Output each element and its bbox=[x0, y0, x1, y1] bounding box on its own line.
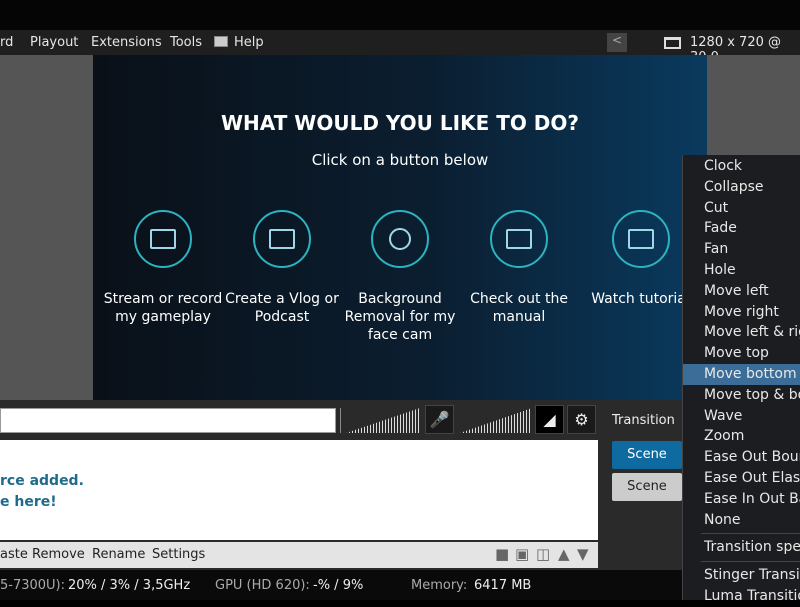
option-label: Create a Vlog or Podcast bbox=[225, 291, 339, 325]
divider bbox=[340, 408, 341, 433]
transition-label[interactable]: Transition bbox=[612, 413, 675, 428]
microphone-icon[interactable]: 🎤 bbox=[425, 405, 454, 434]
menu-separator bbox=[701, 561, 800, 563]
scene-button-1[interactable]: Scene bbox=[612, 441, 682, 469]
fit-icon[interactable]: ▣ bbox=[515, 545, 529, 563]
menu-item[interactable]: Zoom bbox=[683, 426, 800, 447]
gpu-label: GPU (HD 620): bbox=[215, 578, 310, 593]
scene-name-input[interactable] bbox=[0, 408, 336, 433]
menu-item[interactable]: Transition speed bbox=[683, 537, 800, 558]
empty-message-line1: rce added. bbox=[0, 473, 84, 489]
paste-button[interactable]: aste bbox=[0, 547, 28, 562]
webcam-icon bbox=[371, 210, 429, 268]
option-label: Background Removal for my face cam bbox=[344, 291, 456, 343]
transition-context-menu: Clock Collapse Cut Fade Fan Hole Move left Move… bbox=[682, 155, 800, 604]
gpu-value: -% / 9% bbox=[313, 578, 364, 593]
option-manual[interactable]: Check out the manual bbox=[459, 210, 579, 326]
presentation-play-icon bbox=[611, 210, 670, 268]
menu-item[interactable]: Move left & right bbox=[683, 322, 800, 343]
menu-tools[interactable]: Tools bbox=[170, 35, 202, 50]
welcome-title: WHAT WOULD YOU LIKE TO DO? bbox=[220, 111, 580, 135]
lower-panel: rce added. e here! aste Remove Rename Se… bbox=[0, 400, 800, 570]
pip-icon[interactable]: ◫ bbox=[536, 545, 550, 563]
memory-value: 6417 MB bbox=[474, 578, 532, 593]
menu-extensions[interactable]: Extensions bbox=[91, 35, 162, 50]
monitor-gamepad-icon bbox=[134, 210, 192, 268]
microphone-person-icon bbox=[253, 210, 311, 268]
welcome-subtitle: Click on a button below bbox=[311, 151, 489, 169]
option-label: Stream or record my gameplay bbox=[103, 291, 223, 325]
speaker-volume-meter[interactable] bbox=[460, 408, 532, 433]
move-up-icon[interactable]: ▲ bbox=[558, 545, 570, 563]
remove-button[interactable]: Remove bbox=[32, 547, 85, 562]
option-label: Check out the manual bbox=[470, 291, 568, 325]
share-icon[interactable]: < bbox=[607, 33, 627, 52]
menu-item[interactable]: None bbox=[683, 510, 800, 531]
menu-item[interactable]: Fan bbox=[683, 239, 800, 260]
menu-item[interactable]: Ease Out Bounce bbox=[683, 447, 800, 468]
empty-message-line2[interactable]: e here! bbox=[0, 494, 57, 510]
option-label: Watch tutorial bbox=[591, 291, 690, 307]
menu-item[interactable]: Fade bbox=[683, 218, 800, 239]
menu-item[interactable]: Hole bbox=[683, 260, 800, 281]
source-toolbar: aste Remove Rename Settings ■ ▣ ◫ ▲ ▼ bbox=[0, 542, 598, 568]
menu-playout[interactable]: Playout bbox=[30, 35, 78, 50]
menu-item[interactable]: Move left bbox=[683, 281, 800, 302]
menu-item[interactable]: Cut bbox=[683, 198, 800, 219]
cpu-value: 20% / 3% / 3,5GHz bbox=[68, 578, 191, 593]
menu-record[interactable]: rd bbox=[0, 35, 13, 50]
menu-item[interactable]: Move bottom bbox=[683, 363, 800, 385]
menu-item[interactable]: Ease Out Elastic bbox=[683, 468, 800, 489]
menu-item[interactable]: Ease In Out Back bbox=[683, 489, 800, 510]
menu-item[interactable]: Move right bbox=[683, 302, 800, 323]
mic-volume-meter[interactable] bbox=[346, 408, 420, 433]
move-down-icon[interactable]: ▼ bbox=[577, 545, 589, 563]
gear-icon[interactable]: ⚙ bbox=[567, 405, 596, 434]
menu-separator bbox=[701, 533, 800, 535]
canvas-margin-left bbox=[0, 55, 93, 400]
source-list[interactable]: rce added. e here! bbox=[0, 440, 598, 540]
option-stream-gameplay[interactable]: Stream or record my gameplay bbox=[103, 210, 223, 326]
menu-item[interactable]: Wave bbox=[683, 406, 800, 427]
menu-item[interactable]: Move top bbox=[683, 343, 800, 364]
scene-button-2[interactable]: Scene bbox=[612, 473, 682, 501]
speaker-icon[interactable]: ◢ bbox=[535, 405, 564, 434]
option-vlog-podcast[interactable]: Create a Vlog or Podcast bbox=[222, 210, 342, 326]
status-bar: 5-7300U): 20% / 3% / 3,5GHz GPU (HD 620)… bbox=[0, 570, 800, 600]
title-bar bbox=[0, 0, 800, 30]
menu-item[interactable]: Clock bbox=[683, 156, 800, 177]
mail-icon[interactable] bbox=[214, 36, 228, 47]
menu-item[interactable]: Stinger Transition bbox=[683, 565, 800, 586]
menu-item[interactable]: Luma Transition bbox=[683, 586, 800, 607]
window-icon bbox=[664, 37, 681, 49]
option-background-removal[interactable]: Background Removal for my face cam bbox=[340, 210, 460, 344]
lock-icon[interactable]: ■ bbox=[495, 545, 509, 563]
preview-canvas[interactable]: WHAT WOULD YOU LIKE TO DO? Click on a bu… bbox=[93, 55, 707, 400]
menu-item[interactable]: Collapse bbox=[683, 177, 800, 198]
cpu-label: 5-7300U): bbox=[0, 578, 66, 593]
settings-button[interactable]: Settings bbox=[152, 547, 205, 562]
book-icon bbox=[490, 210, 548, 268]
rename-button[interactable]: Rename bbox=[92, 547, 145, 562]
menu-item[interactable]: Move top & bottom bbox=[683, 385, 800, 406]
menu-help[interactable]: Help bbox=[234, 35, 264, 50]
menu-bar: rd Playout Extensions Tools Help < 1280 … bbox=[0, 30, 800, 65]
memory-label: Memory: bbox=[411, 578, 468, 593]
